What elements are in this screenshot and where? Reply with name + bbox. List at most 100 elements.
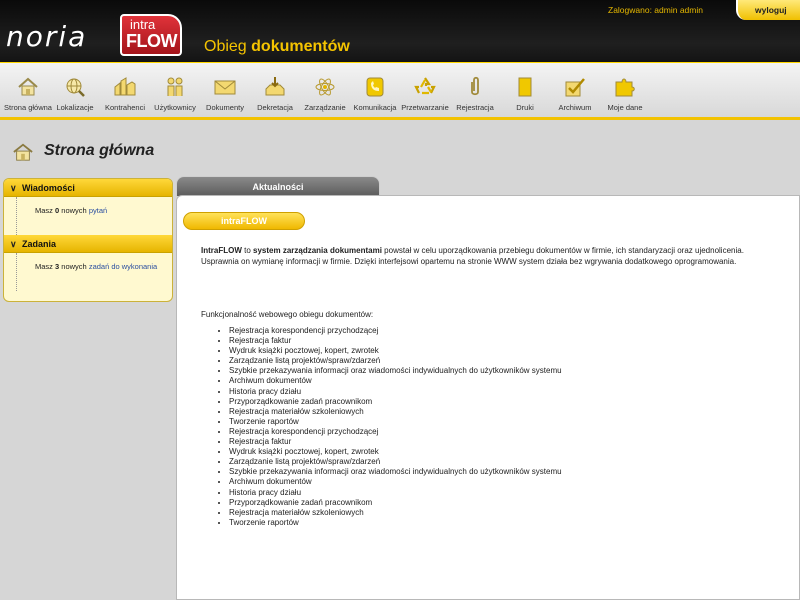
intro-bold-system: system zarządzania dokumentami [253, 246, 382, 255]
tasks-count: 3 [55, 262, 60, 271]
list-item: Rejestracja materiałów szkoleniowych [229, 407, 562, 417]
intraflow-logo-intra: intra [130, 17, 156, 32]
list-item: Rejestracja materiałów szkoleniowych [229, 508, 562, 518]
inbox-icon [265, 77, 285, 96]
paperclip-icon [471, 76, 479, 96]
list-item: Rejestracja korespondencji przychodzącej [229, 427, 562, 437]
toolbar-item-przetwarzanie[interactable]: Przetwarzanie [397, 75, 453, 112]
messages-panel-body: Masz 0 nowych pytań [16, 197, 172, 235]
list-item: Tworzenie raportów [229, 417, 562, 427]
news-content: intraFLOW IntraFLOW to system zarządzani… [176, 195, 800, 600]
intraflow-pill-label: intraFLOW [221, 216, 267, 226]
contractors-icon [114, 77, 136, 96]
intraflow-logo-flow: FLOW [126, 31, 177, 51]
tasks-panel-body: Masz 3 nowych zadań do wykonania [16, 253, 172, 291]
toolbar-label: Dekretacja [257, 103, 293, 112]
list-item: Historia pracy działu [229, 387, 562, 397]
noria-logo-text: noria [6, 20, 88, 53]
logout-label: wyloguj [755, 5, 787, 15]
toolbar-label: Moje dane [607, 103, 643, 112]
list-item: Zarządzanie listą projektów/spraw/zdarze… [229, 356, 562, 366]
toolbar-label: Komunikacja [353, 103, 397, 112]
tasks-link[interactable]: zadań do wykonania [89, 262, 157, 271]
noria-logo: noria [6, 20, 87, 53]
features-list: Rejestracja korespondencji przychodzącej… [229, 326, 562, 528]
tab-aktualnosci-label: Aktualności [252, 182, 304, 192]
intro-paragraph: IntraFLOW to system zarządzania dokument… [201, 246, 771, 267]
chevron-down-icon: ∨ [10, 183, 17, 193]
toolbar-item-kontrahenci[interactable]: Kontrahenci [97, 75, 153, 112]
toolbar-label: Dokumenty [206, 103, 244, 112]
list-item: Wydruk książki pocztowej, kopert, zwrote… [229, 447, 562, 457]
features-title: Funkcjonalność webowego obiegu dokumentó… [201, 310, 374, 319]
atom-icon [315, 78, 335, 96]
home-icon [18, 77, 38, 96]
messages-panel-header[interactable]: ∨ Wiadomości [4, 179, 172, 197]
toolbar-item-archiwum[interactable]: Archiwum [547, 75, 603, 112]
sidebar: ∨ Wiadomości Masz 0 nowych pytań ∨ Zadan… [3, 178, 173, 302]
tasks-text-mid: nowych [61, 262, 87, 271]
list-item: Szybkie przekazywania informacji oraz wi… [229, 467, 562, 477]
messages-count: 0 [55, 206, 60, 215]
toolbar-label: Lokalizacje [56, 103, 94, 112]
tab-aktualnosci[interactable]: Aktualności [176, 176, 380, 196]
list-item: Archiwum dokumentów [229, 376, 562, 386]
list-item: Historia pracy działu [229, 488, 562, 498]
page-title: Strona główna [44, 142, 155, 159]
messages-text-prefix: Masz [35, 206, 53, 215]
app-title-bold: dokumentów [251, 38, 350, 55]
main-toolbar: Strona główna Lokalizacje Kontrahenci Uż… [0, 62, 800, 120]
toolbar-label: Kontrahenci [104, 103, 146, 112]
intro-bold-name: IntraFLOW [201, 246, 242, 255]
messages-text-mid: nowych [61, 206, 87, 215]
list-item: Rejestracja korespondencji przychodzącej [229, 326, 562, 336]
list-item: Wydruk książki pocztowej, kopert, zwrote… [229, 346, 562, 356]
toolbar-item-rejestracja[interactable]: Rejestracja [447, 75, 503, 112]
toolbar-item-lokalizacje[interactable]: Lokalizacje [47, 75, 103, 112]
app-title: Obieg dokumentów [204, 38, 350, 56]
recycle-icon [414, 77, 436, 95]
globe-icon [66, 78, 85, 97]
toolbar-label: Zarządzanie [304, 103, 346, 112]
puzzle-icon [615, 78, 635, 97]
phone-icon [366, 77, 384, 97]
login-info: Zalogwano: admin admin [608, 5, 703, 15]
app-header: noria intra FLOW Obieg dokumentów Zalogw… [0, 0, 800, 62]
toolbar-item-komunikacja[interactable]: Komunikacja [347, 75, 403, 112]
toolbar-item-dekretacja[interactable]: Dekretacja [247, 75, 303, 112]
list-item: Rejestracja faktur [229, 336, 562, 346]
app-title-prefix: Obieg [204, 38, 247, 55]
users-icon [167, 77, 183, 96]
toolbar-label: Użytkownicy [154, 103, 196, 112]
home-icon [13, 143, 33, 161]
toolbar-label: Druki [516, 103, 534, 112]
messages-panel-title: Wiadomości [22, 183, 75, 193]
tasks-text-prefix: Masz [35, 262, 53, 271]
list-item: Archiwum dokumentów [229, 477, 562, 487]
checkbox-icon [565, 78, 585, 97]
list-item: Szybkie przekazywania informacji oraz wi… [229, 366, 562, 376]
list-item: Zarządzanie listą projektów/spraw/zdarze… [229, 457, 562, 467]
toolbar-label: Przetwarzanie [401, 103, 449, 112]
toolbar-label: Rejestracja [456, 103, 494, 112]
list-item: Przyporządkowanie zadań pracownikom [229, 498, 562, 508]
list-item: Tworzenie raportów [229, 518, 562, 528]
toolbar-item-zarzadzanie[interactable]: Zarządzanie [297, 75, 353, 112]
chevron-down-icon: ∨ [10, 239, 17, 249]
toolbar-label: Archiwum [558, 103, 592, 112]
toolbar-item-moje-dane[interactable]: Moje dane [597, 75, 653, 112]
list-item: Przyporządkowanie zadań pracownikom [229, 397, 562, 407]
intraflow-pill: intraFLOW [183, 212, 305, 230]
tasks-panel-header[interactable]: ∨ Zadania [4, 235, 172, 253]
messages-link[interactable]: pytań [89, 206, 107, 215]
document-icon [518, 77, 532, 97]
envelope-icon [214, 80, 236, 95]
tasks-panel-title: Zadania [22, 239, 57, 249]
intraflow-logo: intra FLOW [120, 14, 182, 56]
toolbar-item-uzytkownicy[interactable]: Użytkownicy [147, 75, 203, 112]
logout-button[interactable]: wyloguj [736, 0, 800, 20]
toolbar-item-dokumenty[interactable]: Dokumenty [197, 75, 253, 112]
intro-text-1: to [241, 246, 254, 255]
list-item: Rejestracja faktur [229, 437, 562, 447]
toolbar-item-druki[interactable]: Druki [497, 75, 553, 112]
